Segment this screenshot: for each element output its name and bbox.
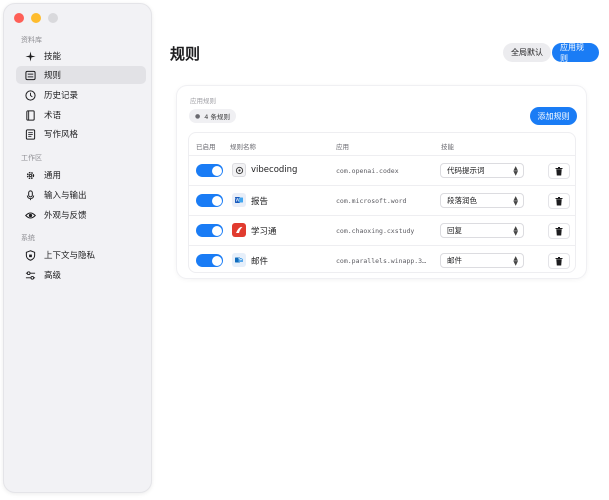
trash-icon — [555, 196, 563, 205]
close-window-button[interactable] — [14, 13, 24, 23]
global-default-segment[interactable]: 全局默认 — [503, 43, 551, 62]
sidebar-item-context-privacy[interactable]: 上下文与隐私 — [16, 246, 146, 264]
delete-rule-button[interactable] — [548, 193, 570, 209]
delete-rule-button[interactable] — [548, 223, 570, 239]
sidebar-item-label: 上下文与隐私 — [44, 251, 96, 261]
rule-name: 报告 — [251, 197, 269, 207]
page-title: 规则 — [170, 45, 201, 63]
rule-name: 邮件 — [251, 257, 269, 267]
delete-rule-button[interactable] — [548, 163, 570, 179]
svg-text:W: W — [236, 198, 240, 203]
skill-select-value: 段落润色 — [447, 196, 477, 205]
app-bundle-id: com.microsoft.word — [336, 197, 407, 205]
study-icon — [232, 223, 246, 237]
table-row: W 报告 com.microsoft.word 段落润色 ▲ ▼ — [189, 185, 575, 215]
sidebar-item-label: 写作风格 — [44, 130, 79, 140]
microphone-icon — [24, 189, 36, 201]
enabled-toggle[interactable] — [196, 164, 223, 177]
skill-select-value: 邮件 — [447, 256, 462, 265]
sidebar-item-writing-style[interactable]: 写作风格 — [16, 125, 146, 143]
sidebar-item-label: 技能 — [44, 52, 62, 62]
skill-select[interactable]: 段落润色 ▲ ▼ — [440, 193, 524, 208]
table-row: 邮件 com.parallels.winapp.3… 邮件 ▲ ▼ — [189, 245, 575, 275]
rule-count-badge: ● 4 条规则 — [189, 109, 236, 123]
sidebar-item-label: 术语 — [44, 111, 62, 121]
sidebar-item-skills[interactable]: 技能 — [16, 47, 146, 65]
table-row: 学习通 com.chaoxing.cxstudy 回复 ▲ ▼ — [189, 215, 575, 245]
app-bundle-id: com.parallels.winapp.3… — [336, 257, 427, 265]
app-bundle-id: com.openai.codex — [336, 167, 399, 175]
rules-scope-segmented-control: 全局默认 应用规则 — [503, 43, 599, 63]
section-label-library: 资料库 — [21, 36, 42, 44]
word-icon: W — [232, 193, 246, 207]
sidebar-item-label: 通用 — [44, 171, 62, 181]
chevron-updown-icon: ▲ ▼ — [513, 165, 518, 177]
chevron-updown-icon: ▲ ▼ — [513, 255, 518, 267]
column-header-enabled: 已启用 — [196, 143, 216, 151]
sparkle-icon — [24, 50, 36, 62]
rule-count-label: 4 条规则 — [204, 113, 230, 121]
list-icon — [24, 69, 36, 81]
document-icon — [24, 128, 36, 140]
sidebar-item-rules[interactable]: 规则 — [16, 66, 146, 84]
gear-icon — [24, 169, 36, 181]
rules-table: 已启用 规则名称 应用 技能 vibecoding com.openai.cod… — [188, 132, 576, 273]
column-header-rule-name: 规则名称 — [230, 143, 256, 151]
mail-icon — [232, 253, 246, 267]
skill-select[interactable]: 邮件 ▲ ▼ — [440, 253, 524, 268]
clock-icon — [24, 89, 36, 101]
codex-icon — [232, 163, 246, 177]
skill-select[interactable]: 回复 ▲ ▼ — [440, 223, 524, 238]
eye-icon — [24, 209, 36, 221]
sidebar-item-advanced[interactable]: 高级 — [16, 266, 146, 284]
sidebar-item-label: 历史记录 — [44, 91, 79, 101]
book-icon — [24, 109, 36, 121]
skill-select-value: 回复 — [447, 226, 462, 235]
app-bundle-id: com.chaoxing.cxstudy — [336, 227, 415, 235]
chevron-updown-icon: ▲ ▼ — [513, 195, 518, 207]
app-rules-card: 应用规则 ● 4 条规则 添加规则 已启用 规则名称 应用 技能 vibecod… — [177, 86, 586, 278]
window-controls — [14, 13, 58, 23]
sidebar-item-appearance[interactable]: 外观与反馈 — [16, 206, 146, 224]
rule-name: 学习通 — [251, 227, 277, 237]
minimize-window-button[interactable] — [31, 13, 41, 23]
sidebar: 资料库 技能 规则 历史记录 术语 写作风格 工作区 通用 输入与输出 外观与反… — [3, 3, 152, 493]
column-header-app: 应用 — [336, 143, 349, 151]
chevron-updown-icon: ▲ ▼ — [513, 225, 518, 237]
sliders-icon — [24, 269, 36, 281]
sidebar-item-label: 规则 — [44, 71, 62, 81]
enabled-toggle[interactable] — [196, 224, 223, 237]
sidebar-item-general[interactable]: 通用 — [16, 166, 146, 184]
sidebar-item-label: 高级 — [44, 271, 62, 281]
sidebar-item-history[interactable]: 历史记录 — [16, 86, 146, 104]
sidebar-item-input-output[interactable]: 输入与输出 — [16, 186, 146, 204]
skill-select-value: 代码提示词 — [447, 166, 485, 175]
card-title: 应用规则 — [190, 97, 216, 105]
rule-name: vibecoding — [251, 165, 298, 175]
section-label-system: 系统 — [21, 234, 35, 242]
sidebar-item-glossary[interactable]: 术语 — [16, 106, 146, 124]
sidebar-item-label: 外观与反馈 — [44, 211, 87, 221]
sidebar-item-label: 输入与输出 — [44, 191, 87, 201]
zoom-window-button[interactable] — [48, 13, 58, 23]
shield-icon — [24, 249, 36, 261]
add-rule-button[interactable]: 添加规则 — [530, 107, 577, 125]
enabled-toggle[interactable] — [196, 254, 223, 267]
column-header-skill: 技能 — [441, 143, 454, 151]
skill-select[interactable]: 代码提示词 ▲ ▼ — [440, 163, 524, 178]
enabled-toggle[interactable] — [196, 194, 223, 207]
delete-rule-button[interactable] — [548, 253, 570, 269]
trash-icon — [555, 166, 563, 175]
bullet-icon: ● — [195, 112, 201, 120]
trash-icon — [555, 226, 563, 235]
trash-icon — [555, 256, 563, 265]
section-label-workspace: 工作区 — [21, 154, 42, 162]
app-rules-segment[interactable]: 应用规则 — [552, 43, 599, 63]
table-row: vibecoding com.openai.codex 代码提示词 ▲ ▼ — [189, 155, 575, 185]
